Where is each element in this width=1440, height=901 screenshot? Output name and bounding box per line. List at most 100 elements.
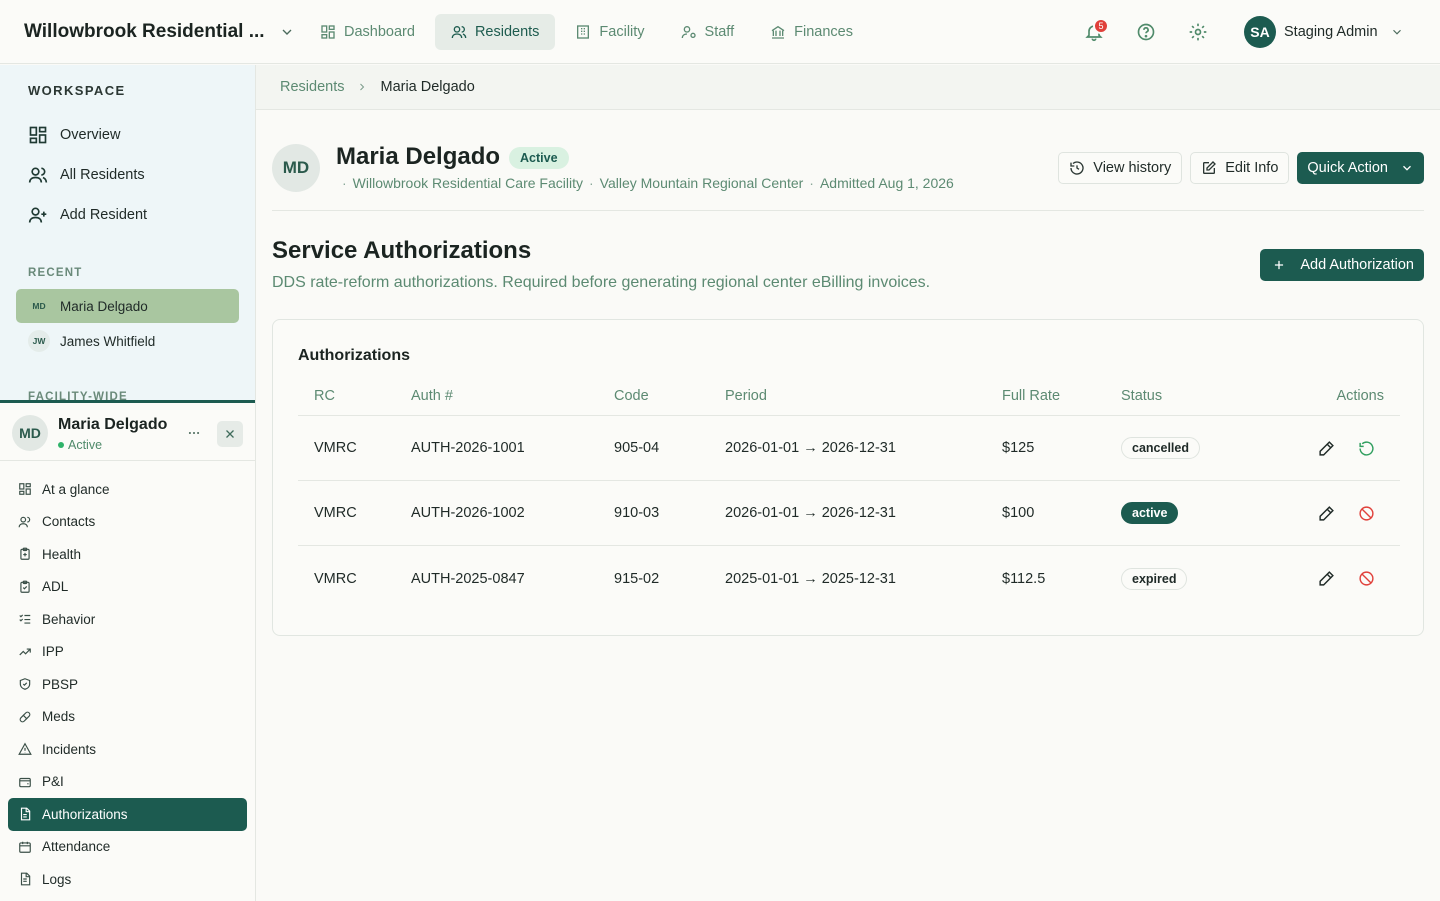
resident-nav-contacts[interactable]: Contacts xyxy=(8,506,247,539)
card-title: Authorizations xyxy=(298,347,410,364)
facility-switcher[interactable]: Willowbrook Residential ... xyxy=(24,0,295,64)
divider xyxy=(272,210,1424,211)
add-authorization-button[interactable]: Add Authorization xyxy=(1260,249,1424,281)
sidebar-item-overview[interactable]: Overview xyxy=(28,125,120,145)
resident-nav-attendance[interactable]: Attendance xyxy=(8,831,247,864)
resident-nav-label: At a glance xyxy=(42,481,110,497)
sidebar: WORKSPACE Overview All Residents Add Res… xyxy=(0,65,256,901)
button-label: Add Authorization xyxy=(1300,257,1414,273)
resident-nav-health[interactable]: Health xyxy=(8,538,247,571)
quick-action-button[interactable]: Quick Action xyxy=(1297,152,1424,184)
nav-dashboard[interactable]: Dashboard xyxy=(304,14,431,50)
more-horizontal-icon xyxy=(188,431,200,435)
nav-label: Residents xyxy=(474,24,540,40)
cell-rc: VMRC xyxy=(314,505,357,521)
users-icon xyxy=(18,516,31,528)
status-dot xyxy=(58,442,64,448)
main-nav: Dashboard Residents Facility Staff Finan… xyxy=(304,14,869,50)
resident-nav-label: Meds xyxy=(42,709,76,725)
resident-name: Maria Delgado xyxy=(58,416,168,433)
user-menu[interactable]: SA Staging Admin xyxy=(1244,16,1404,48)
restore-authorization-button[interactable] xyxy=(1355,437,1377,459)
sidebar-item-all-residents[interactable]: All Residents xyxy=(28,165,145,185)
resident-nav-adl[interactable]: ADL xyxy=(8,571,247,604)
cancel-authorization-button[interactable] xyxy=(1355,502,1377,524)
breadcrumb: Residents Maria Delgado xyxy=(256,65,1440,110)
edit-authorization-button[interactable] xyxy=(1315,568,1337,590)
chevron-down-icon xyxy=(1403,165,1411,171)
avatar: MD xyxy=(12,415,48,451)
resident-nav-label: IPP xyxy=(42,644,64,660)
ban-icon xyxy=(1358,571,1374,586)
view-history-button[interactable]: View history xyxy=(1058,152,1183,184)
column-header-actions: Actions xyxy=(1336,387,1384,404)
sidebar-item-add-resident[interactable]: Add Resident xyxy=(28,205,147,225)
cell-code: 910-03 xyxy=(614,505,660,521)
resident-nav-pbsp[interactable]: PBSP xyxy=(8,668,247,701)
pencil-icon xyxy=(1318,505,1334,521)
resident-nav-meds[interactable]: Meds xyxy=(8,701,247,734)
nav-label: Facility xyxy=(599,24,645,40)
pill-icon xyxy=(19,711,31,723)
cell-period: 2026-01-01 → 2026-12-31 xyxy=(725,440,896,456)
edit-info-button[interactable]: Edit Info xyxy=(1190,152,1290,184)
clipboard-check-icon xyxy=(20,580,30,593)
resident-status: Active xyxy=(58,438,102,452)
table-row: VMRC AUTH-2026-1001 905-04 2026-01-01 → … xyxy=(298,416,1400,481)
resident-panel: MD Maria Delgado Active At a glance Cont… xyxy=(0,400,255,901)
help-button[interactable] xyxy=(1130,16,1162,48)
ban-icon xyxy=(1358,505,1374,521)
breadcrumb-residents-link[interactable]: Residents xyxy=(280,79,344,95)
cancel-authorization-button[interactable] xyxy=(1355,568,1377,590)
status-badge: active xyxy=(1121,502,1179,524)
list-check-icon xyxy=(19,614,31,624)
more-button[interactable] xyxy=(182,421,206,445)
calendar-icon xyxy=(19,841,31,853)
chevron-down-icon xyxy=(1392,29,1401,35)
resident-status-label: Active xyxy=(68,438,103,452)
nav-finances[interactable]: Finances xyxy=(754,14,869,50)
building-icon xyxy=(577,25,590,39)
nav-label: Staff xyxy=(704,24,735,40)
resident-nav-ipp[interactable]: IPP xyxy=(8,636,247,669)
edit-authorization-button[interactable] xyxy=(1315,502,1337,524)
resident-nav-label: Logs xyxy=(42,871,72,887)
resident-nav-label: Health xyxy=(42,546,82,562)
nav-facility[interactable]: Facility xyxy=(559,14,660,50)
recent-resident-maria-delgado[interactable]: MD Maria Delgado xyxy=(16,289,239,323)
resident-nav-logs[interactable]: Logs xyxy=(8,863,247,896)
users-icon xyxy=(451,26,467,39)
notifications-button[interactable]: 5 xyxy=(1078,16,1110,48)
meta-separator: · xyxy=(809,175,814,191)
pencil-icon xyxy=(1318,571,1334,586)
regional-center: Valley Mountain Regional Center xyxy=(599,175,804,191)
edit-authorization-button[interactable] xyxy=(1315,437,1337,459)
nav-staff[interactable]: Staff xyxy=(665,14,751,50)
settings-button[interactable] xyxy=(1182,16,1214,48)
top-icons: 5 xyxy=(1078,16,1214,48)
recent-resident-james-whitfield[interactable]: JW James Whitfield xyxy=(16,324,239,358)
resident-nav-at-a-glance[interactable]: At a glance xyxy=(8,473,247,506)
cell-period: 2026-01-01 → 2026-12-31 xyxy=(725,505,896,521)
resident-nav-authorizations[interactable]: Authorizations xyxy=(8,798,247,831)
profile-meta: · Willowbrook Residential Care Facility … xyxy=(342,175,954,191)
resident-nav-p-and-i[interactable]: P&I xyxy=(8,766,247,799)
chevron-down-icon xyxy=(282,29,292,35)
staff-icon xyxy=(681,26,696,39)
trending-up-icon xyxy=(19,648,31,656)
nav-residents[interactable]: Residents xyxy=(434,14,556,50)
file-text-icon xyxy=(20,872,31,886)
resident-nav-behavior[interactable]: Behavior xyxy=(8,603,247,636)
alert-triangle-icon xyxy=(18,742,32,756)
resident-nav-incidents[interactable]: Incidents xyxy=(8,733,247,766)
cell-rate: $112.5 xyxy=(1002,570,1046,587)
status-badge: Active xyxy=(509,147,569,169)
dashboard-icon xyxy=(321,25,335,39)
grid-icon xyxy=(29,126,47,144)
resident-nav-label: ADL xyxy=(42,579,69,595)
section-title: Service Authorizations xyxy=(272,237,532,264)
column-header-rc: RC xyxy=(314,387,335,404)
section-description: DDS rate-reform authorizations. Required… xyxy=(272,274,931,291)
button-label: Quick Action xyxy=(1307,160,1388,176)
close-resident-button[interactable] xyxy=(217,421,243,447)
